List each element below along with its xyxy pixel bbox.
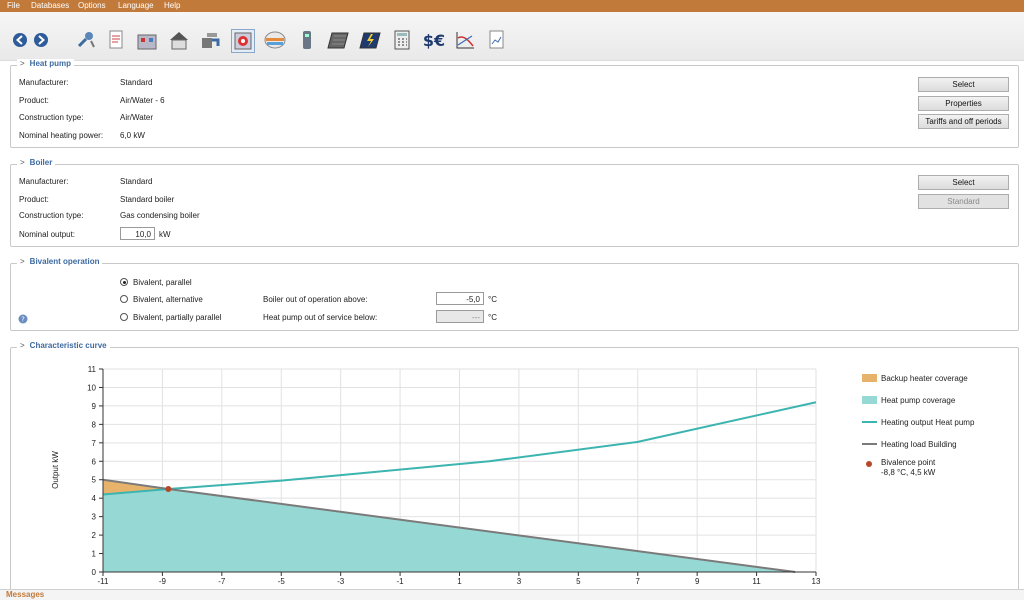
y-axis-label: Output kW: [51, 451, 60, 489]
bivalence-point-marker: [165, 485, 172, 492]
x-tick-label: 9: [695, 577, 700, 586]
x-tick-label: -1: [397, 577, 405, 586]
x-tick-label: 7: [636, 577, 641, 586]
x-tick-label: 5: [576, 577, 581, 586]
x-tick-label: 13: [812, 577, 821, 586]
x-tick-label: 1: [457, 577, 462, 586]
x-tick-label: -11: [98, 577, 110, 586]
legend-label: Heating load Building: [881, 440, 957, 449]
y-tick-label: 8: [92, 420, 97, 429]
y-tick-label: 7: [92, 439, 97, 448]
y-tick-label: 9: [92, 402, 97, 411]
legend-swatch: [862, 396, 877, 404]
x-tick-label: 11: [752, 577, 761, 586]
legend-label: Heat pump coverage: [881, 396, 956, 405]
characteristic-curve-chart: 01234567891011-11 -9 -7 -5 -3 -1 1 3 5 7 9 11 13Outp…: [51, 365, 975, 586]
y-tick-label: 6: [92, 457, 97, 466]
messages-tab[interactable]: Messages: [6, 590, 44, 599]
heat-pump-coverage-area: [103, 488, 796, 572]
messages-bar: Messages: [0, 589, 1024, 600]
y-tick-label: 2: [92, 531, 97, 540]
y-tick-label: 1: [92, 550, 97, 559]
y-tick-label: 4: [92, 494, 97, 503]
legend-label: Backup heater coverage: [881, 374, 968, 383]
y-tick-label: 0: [92, 568, 97, 577]
legend-swatch: [862, 374, 877, 382]
y-tick-label: 3: [92, 513, 97, 522]
x-tick-label: -7: [218, 577, 226, 586]
y-tick-label: 11: [88, 365, 97, 374]
legend-bivalence-label: Bivalence point: [881, 458, 936, 467]
x-tick-label: 3: [517, 577, 522, 586]
x-tick-label: -3: [337, 577, 345, 586]
x-tick-label: -5: [278, 577, 286, 586]
y-tick-label: 10: [87, 383, 96, 392]
y-tick-label: 5: [92, 476, 97, 485]
legend-bivalence-marker: [866, 461, 872, 467]
legend-label: Heating output Heat pump: [881, 418, 975, 427]
x-tick-label: -9: [159, 577, 167, 586]
legend-bivalence-detail: -8,8 °C, 4,5 kW: [881, 468, 936, 477]
